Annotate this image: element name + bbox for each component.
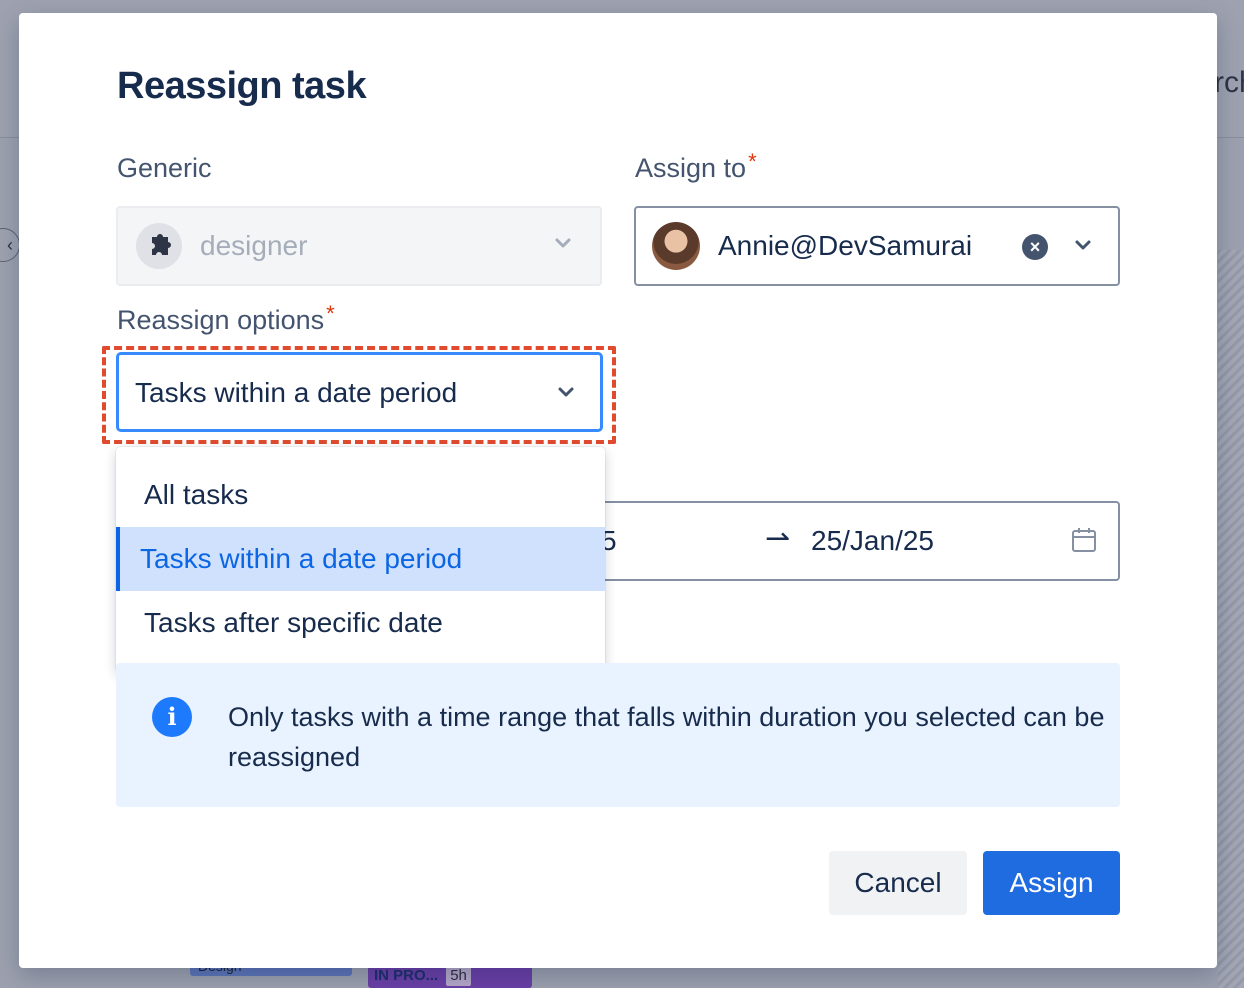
assign-button[interactable]: Assign xyxy=(983,851,1120,915)
assign-to-label-text: Assign to xyxy=(635,153,747,183)
background-status-text: IN PRO... xyxy=(374,967,439,984)
dialog-title: Reassign task xyxy=(117,65,367,107)
option-all-tasks[interactable]: All tasks xyxy=(116,463,605,527)
reassign-options-menu: All tasks Tasks within a date period Tas… xyxy=(116,447,605,672)
reassign-options-select[interactable]: Tasks within a date period xyxy=(116,352,603,432)
info-icon: i xyxy=(152,697,192,737)
cancel-button[interactable]: Cancel xyxy=(829,851,967,915)
reassign-options-label: Reassign options* xyxy=(117,301,335,336)
date-range-field[interactable]: 5 ⇀ 25/Jan/25 xyxy=(539,501,1120,581)
background-status-badge: IN PRO... 5h xyxy=(368,966,532,988)
generic-select: designer xyxy=(116,206,602,286)
info-message: i Only tasks with a time range that fall… xyxy=(116,663,1120,807)
info-message-text: Only tasks with a time range that falls … xyxy=(228,702,1105,772)
background-search-text: rch xyxy=(1214,66,1244,99)
option-tasks-after-specific-date[interactable]: Tasks after specific date xyxy=(116,591,605,655)
option-tasks-within-date-period[interactable]: Tasks within a date period xyxy=(116,527,605,591)
required-mark: * xyxy=(326,301,335,326)
reassign-task-dialog: Reassign task Generic designer Assign to… xyxy=(19,13,1217,968)
generic-label: Generic xyxy=(117,153,212,184)
assign-to-label: Assign to* xyxy=(635,149,757,184)
avatar xyxy=(652,222,700,270)
calendar-icon[interactable] xyxy=(1071,527,1097,558)
background-hours: 5h xyxy=(446,966,471,986)
generic-label-text: Generic xyxy=(117,153,212,183)
puzzle-icon xyxy=(136,223,182,269)
arrow-right-icon: ⇀ xyxy=(765,522,791,555)
clear-icon[interactable]: × xyxy=(1022,234,1048,260)
chevron-down-icon[interactable] xyxy=(1072,234,1094,261)
reassign-options-select-value: Tasks within a date period xyxy=(135,377,458,408)
date-range-end[interactable]: 25/Jan/25 xyxy=(811,525,934,557)
chevron-down-icon[interactable] xyxy=(555,381,577,408)
required-mark: * xyxy=(748,149,757,174)
generic-select-value: designer xyxy=(200,230,308,261)
reassign-options-label-text: Reassign options xyxy=(117,305,325,335)
assign-to-select-value: Annie@DevSamurai xyxy=(718,230,973,261)
sidebar-collapse-button: ‹ xyxy=(0,228,20,262)
chevron-down-icon xyxy=(552,232,574,259)
background-timeline-stripes xyxy=(1218,250,1244,988)
assign-to-select[interactable]: Annie@DevSamurai × xyxy=(634,206,1120,286)
